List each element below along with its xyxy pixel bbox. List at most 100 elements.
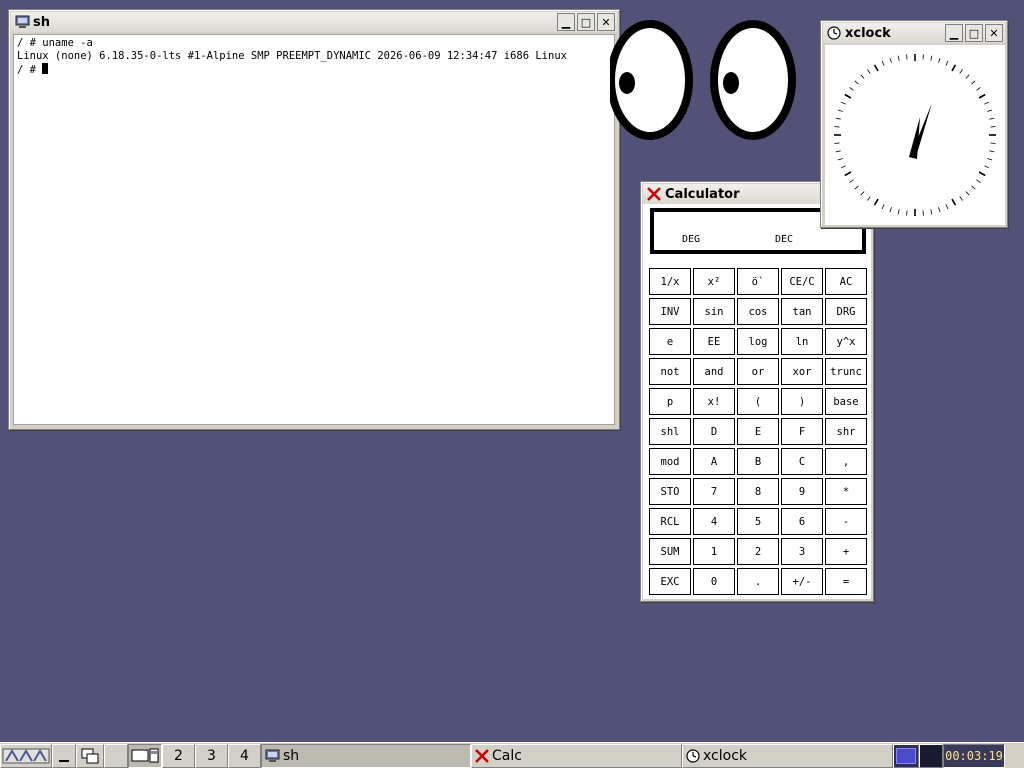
calc-key[interactable]: 3 — [781, 538, 823, 565]
calc-key[interactable]: EXC — [649, 568, 691, 595]
maximize-button[interactable]: □ — [965, 24, 983, 42]
calc-key[interactable]: ln — [781, 328, 823, 355]
calc-key[interactable]: log — [737, 328, 779, 355]
calc-key[interactable]: x! — [693, 388, 735, 415]
clock-tick — [889, 207, 892, 213]
calc-key[interactable]: base — [825, 388, 867, 415]
calc-key[interactable]: + — [825, 538, 867, 565]
workspace-preview-icon — [131, 748, 159, 762]
maximize-button[interactable]: □ — [577, 13, 595, 31]
calc-key[interactable]: C — [781, 448, 823, 475]
clock-tick — [844, 93, 852, 99]
calc-key[interactable]: INV — [649, 298, 691, 325]
calc-key[interactable]: * — [825, 478, 867, 505]
xclock-window[interactable]: xclock ▁ □ ✕ — [820, 20, 1008, 228]
calc-key[interactable]: 1/x — [649, 268, 691, 295]
clock-tick — [881, 60, 885, 66]
calc-key[interactable]: 8 — [737, 478, 779, 505]
spacer-button[interactable] — [104, 743, 128, 768]
calc-key[interactable]: ( — [737, 388, 779, 415]
calc-key[interactable]: cos — [737, 298, 779, 325]
clock-tick — [990, 126, 996, 128]
calculator-window[interactable]: Calculator DEG DEC 1/x x² ö` CE/C AC INV sin co… — [640, 181, 874, 602]
xeyes-window[interactable] — [610, 18, 802, 142]
calc-key[interactable]: AC — [825, 268, 867, 295]
calc-key[interactable]: 6 — [781, 508, 823, 535]
calc-key[interactable]: 0 — [693, 568, 735, 595]
calc-key[interactable]: p — [649, 388, 691, 415]
calc-key[interactable]: mod — [649, 448, 691, 475]
clock-icon — [826, 25, 842, 41]
workspace-2-button[interactable]: 2 — [162, 743, 195, 768]
calc-key[interactable]: RCL — [649, 508, 691, 535]
terminal-window[interactable]: sh ▁ □ ✕ / # uname -a Linux (none) 6.18.… — [8, 9, 620, 430]
calc-key[interactable]: shl — [649, 418, 691, 445]
calc-key[interactable]: A — [693, 448, 735, 475]
calc-key[interactable]: xor — [781, 358, 823, 385]
task-button-xclock[interactable]: xclock — [682, 743, 893, 768]
calc-key[interactable]: tan — [781, 298, 823, 325]
calc-key[interactable]: D — [693, 418, 735, 445]
cpu-monitor[interactable] — [893, 743, 919, 768]
calc-key[interactable]: 1 — [693, 538, 735, 565]
terminal-content[interactable]: / # uname -a Linux (none) 6.18.35-0-lts … — [13, 34, 615, 425]
calc-key[interactable]: +/- — [781, 568, 823, 595]
calc-key[interactable]: E — [737, 418, 779, 445]
calc-key[interactable]: B — [737, 448, 779, 475]
clock-tick — [922, 210, 924, 216]
calc-key[interactable]: 2 — [737, 538, 779, 565]
task-button-sh[interactable]: sh — [261, 743, 471, 768]
calc-key[interactable]: 4 — [693, 508, 735, 535]
clock-tick — [889, 57, 892, 63]
task-button-calc[interactable]: Calc — [471, 743, 682, 768]
calc-key[interactable]: ) — [781, 388, 823, 415]
calc-key[interactable]: sin — [693, 298, 735, 325]
calc-key[interactable]: = — [825, 568, 867, 595]
clock-face — [825, 45, 1005, 225]
calc-key[interactable]: and — [693, 358, 735, 385]
network-monitor[interactable] — [919, 743, 943, 768]
base-mode-indicator: DEC — [775, 234, 794, 245]
calc-key[interactable]: x² — [693, 268, 735, 295]
xclock-titlebar[interactable]: xclock ▁ □ ✕ — [823, 23, 1005, 43]
calc-key[interactable]: - — [825, 508, 867, 535]
taskbar-clock[interactable]: 00:03:19 — [943, 743, 1005, 768]
calc-key[interactable]: e — [649, 328, 691, 355]
clock-tick — [906, 54, 908, 60]
calc-key[interactable]: STO — [649, 478, 691, 505]
calc-key[interactable]: F — [781, 418, 823, 445]
calc-key[interactable]: . — [737, 568, 779, 595]
workspace-3-button[interactable]: 3 — [195, 743, 228, 768]
show-desktop-button[interactable] — [52, 743, 76, 768]
calc-key[interactable]: ö` — [737, 268, 779, 295]
clock-tick — [835, 117, 841, 120]
close-button[interactable]: ✕ — [985, 24, 1003, 42]
terminal-titlebar[interactable]: sh ▁ □ ✕ — [11, 12, 617, 32]
calc-key[interactable]: or — [737, 358, 779, 385]
calc-key[interactable]: DRG — [825, 298, 867, 325]
minimize-all-icon — [59, 759, 69, 762]
calc-key[interactable]: SUM — [649, 538, 691, 565]
text-cursor — [42, 63, 49, 74]
clock-tick — [867, 69, 871, 74]
calc-key[interactable]: 7 — [693, 478, 735, 505]
calc-key[interactable]: CE/C — [781, 268, 823, 295]
calc-key[interactable]: , — [825, 448, 867, 475]
window-list-button[interactable] — [76, 743, 104, 768]
clock-tick — [951, 64, 957, 72]
workspace-1-button[interactable] — [128, 743, 162, 768]
clock-tick — [984, 101, 990, 105]
calculator-body: DEG DEC 1/x x² ö` CE/C AC INV sin cos tan DRG e EE l… — [643, 204, 871, 599]
start-menu-button[interactable] — [0, 743, 52, 768]
minimize-button[interactable]: ▁ — [945, 24, 963, 42]
clock-ticks — [834, 54, 996, 216]
calc-key[interactable]: y^x — [825, 328, 867, 355]
calc-key[interactable]: shr — [825, 418, 867, 445]
calc-key[interactable]: EE — [693, 328, 735, 355]
minimize-button[interactable]: ▁ — [557, 13, 575, 31]
workspace-4-button[interactable]: 4 — [228, 743, 261, 768]
calc-key[interactable]: not — [649, 358, 691, 385]
calc-key[interactable]: 9 — [781, 478, 823, 505]
calc-key[interactable]: trunc — [825, 358, 867, 385]
calc-key[interactable]: 5 — [737, 508, 779, 535]
